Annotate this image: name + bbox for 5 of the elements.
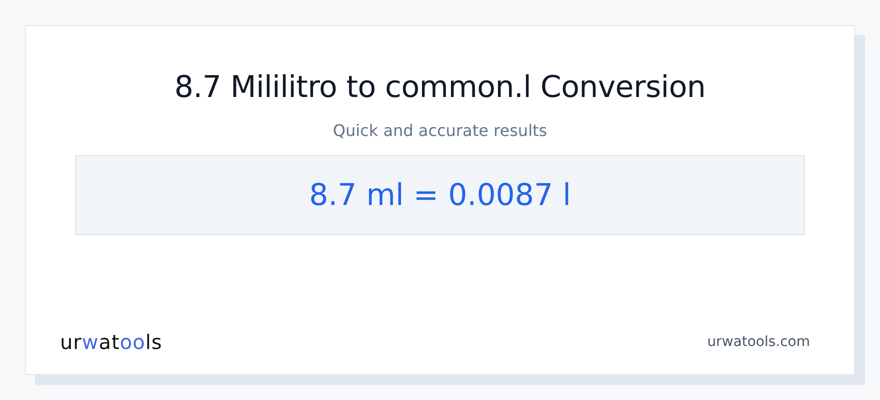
subtitle: Quick and accurate results	[332, 121, 548, 140]
conversion-result: 8.7 ml = 0.0087 l	[309, 178, 571, 212]
page-title: 8.7 Mililitro to common.l Conversion	[174, 70, 706, 105]
logo: urwatools	[60, 330, 162, 354]
site-url: urwatools.com	[707, 334, 810, 350]
